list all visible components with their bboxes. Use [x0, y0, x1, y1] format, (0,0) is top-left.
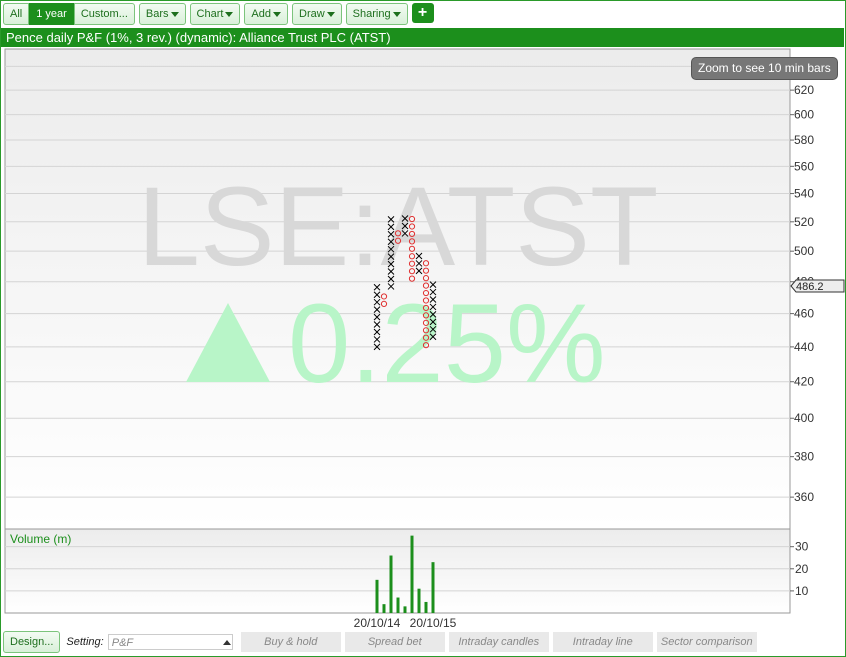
volume-bar — [389, 555, 393, 613]
last-price-label: 486.2 — [796, 281, 824, 293]
tab-intraday-line[interactable]: Intraday line — [552, 632, 653, 652]
volume-bar — [410, 535, 414, 613]
volume-bar — [382, 604, 386, 613]
price-tick-label: 420 — [794, 375, 814, 389]
date-tick-label: 20/10/15 — [410, 616, 457, 630]
price-tick-label: 600 — [794, 108, 814, 122]
price-tick-label: 580 — [794, 133, 814, 147]
watermark-ticker: LSE:ATST — [138, 164, 659, 289]
tab-spread-bet[interactable]: Spread bet — [344, 632, 445, 652]
volume-title: Volume (m) — [10, 532, 71, 546]
bottom-bar: Design... Setting: P&F Buy & hold Spread… — [3, 630, 757, 654]
price-tick-label: 440 — [794, 340, 814, 354]
last-price-marker: 486.2 — [790, 279, 845, 293]
price-tick-label: 620 — [794, 83, 814, 97]
price-tick-label: 380 — [794, 450, 814, 464]
date-axis: 20/10/14 20/10/15 — [354, 616, 457, 630]
setting-select[interactable]: P&F — [107, 634, 233, 650]
setting-label: Setting: — [66, 636, 104, 648]
volume-axis: 10 20 30 — [790, 540, 809, 598]
price-tick-label: 500 — [794, 244, 814, 258]
price-tick-label: 520 — [794, 215, 814, 229]
volume-tick-label: 10 — [795, 584, 809, 598]
volume-tick-label: 20 — [795, 562, 809, 576]
tab-intraday-candles[interactable]: Intraday candles — [448, 632, 549, 652]
volume-tick-label: 30 — [795, 540, 809, 554]
volume-bar — [431, 562, 435, 613]
tab-sector-comparison[interactable]: Sector comparison — [656, 632, 757, 652]
price-tick-label: 460 — [794, 307, 814, 321]
price-tick-label: 400 — [794, 411, 814, 425]
chart-canvas: LSE:ATST 0.25% 3603804004204404604805005… — [4, 48, 845, 630]
volume-bar — [424, 601, 428, 613]
price-tick-label: 560 — [794, 159, 814, 173]
zoom-hint-button[interactable]: Zoom to see 10 min bars — [691, 57, 838, 80]
volume-bar — [396, 597, 400, 613]
watermark-change: 0.25% — [288, 281, 606, 406]
design-button[interactable]: Design... — [3, 631, 61, 653]
volume-bar — [375, 579, 379, 613]
volume-bar — [417, 588, 421, 613]
price-tick-label: 360 — [794, 490, 814, 504]
price-tick-label: 540 — [794, 187, 814, 201]
chevron-up-icon[interactable] — [222, 639, 231, 645]
volume-bar — [403, 606, 407, 613]
date-tick-label: 20/10/14 — [354, 616, 401, 630]
tab-buy-hold[interactable]: Buy & hold — [240, 632, 341, 652]
